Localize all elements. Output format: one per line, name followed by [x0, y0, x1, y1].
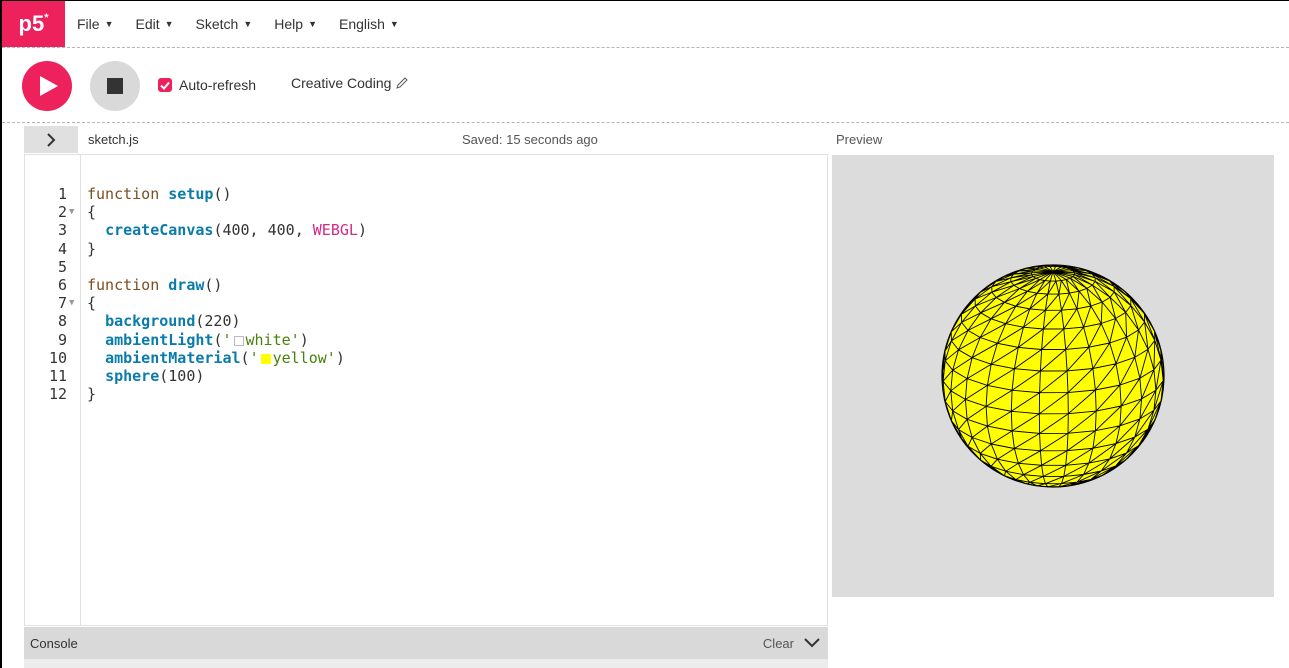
menu-file[interactable]: File ▼	[77, 16, 113, 32]
logo-asterisk: *	[44, 12, 49, 24]
sketch-name-label: Creative Coding	[291, 75, 392, 91]
auto-refresh-label: Auto-refresh	[179, 77, 257, 93]
menu-help[interactable]: Help ▼	[274, 16, 317, 32]
code-line: 6 function draw()	[57, 275, 223, 294]
top-nav: p5 * File ▼ Edit ▼ Sketch ▼ Help ▼ Englis…	[2, 1, 1289, 48]
sphere-render	[941, 264, 1165, 488]
code-line: 3 createCanvas(400, 400, WEBGL)	[57, 221, 367, 240]
menu-file-label: File	[77, 16, 100, 32]
code-line: 7 ▼{	[57, 294, 97, 313]
caret-down-icon: ▼	[104, 19, 114, 29]
console-title: Console	[30, 635, 78, 651]
main-menu: File ▼ Edit ▼ Sketch ▼ Help ▼ English ▼	[77, 16, 421, 32]
menu-sketch-label: Sketch	[195, 16, 239, 32]
code-line: 10 ambientMaterial(' yellow')	[48, 348, 345, 367]
checkmark-icon	[160, 81, 170, 90]
code-line: 1 function setup()	[57, 185, 232, 203]
preview-label: Preview	[836, 132, 883, 147]
code-line: 9 ambientLight(' white')	[57, 330, 309, 349]
code-line: 5	[57, 257, 67, 276]
chevron-down-icon[interactable]	[804, 638, 820, 648]
caret-down-icon: ▼	[164, 19, 174, 29]
code-line: 4 }	[57, 239, 97, 258]
menu-edit[interactable]: Edit ▼	[135, 16, 173, 32]
code-line: 2 ▼{	[57, 203, 97, 222]
caret-down-icon: ▼	[308, 19, 317, 29]
menu-language[interactable]: English ▼	[339, 16, 399, 32]
console-controls: Clear	[763, 636, 820, 651]
caret-down-icon: ▼	[243, 19, 253, 29]
code-line: 8 background(220)	[57, 312, 241, 331]
white-color-swatch[interactable]	[233, 335, 244, 346]
stop-button[interactable]	[90, 61, 140, 111]
caret-down-icon: ▼	[389, 19, 399, 29]
stop-icon	[107, 78, 123, 94]
sidebar-toggle-button[interactable]	[24, 126, 78, 153]
logo-text: p5	[18, 11, 45, 36]
code-editor[interactable]: 1 function setup() 2 ▼{ 3 createCanvas(40…	[24, 154, 828, 626]
console-output	[24, 659, 828, 668]
console-header: Console Clear	[24, 627, 828, 659]
sketch-name[interactable]: Creative Coding	[291, 75, 409, 91]
p5-logo[interactable]: p5 *	[2, 1, 65, 47]
auto-refresh: Auto-refresh	[158, 77, 256, 93]
play-button[interactable]	[22, 61, 72, 111]
toolbar: Auto-refresh Creative Coding	[2, 49, 1289, 123]
auto-refresh-checkbox[interactable]	[158, 78, 172, 92]
fold-icon[interactable]: ▼	[67, 203, 81, 221]
menu-edit-label: Edit	[135, 16, 160, 32]
editor-header: sketch.js Saved: 15 seconds ago	[24, 126, 828, 153]
preview-canvas[interactable]	[832, 155, 1274, 597]
console-clear-button[interactable]: Clear	[763, 636, 794, 651]
menu-sketch[interactable]: Sketch ▼	[196, 16, 253, 32]
fold-icon[interactable]: ▼	[67, 294, 81, 312]
chevron-right-icon	[47, 132, 56, 147]
code-content[interactable]: 1 function setup() 2 ▼{ 3 createCanvas(40…	[25, 185, 367, 403]
file-tab[interactable]: sketch.js	[88, 132, 139, 147]
menu-help-label: Help	[274, 16, 304, 32]
yellow-color-swatch[interactable]	[260, 353, 271, 364]
code-line: 12 }	[48, 385, 97, 404]
code-line: 11 sphere(100)	[48, 366, 205, 385]
saved-status: Saved: 15 seconds ago	[462, 132, 598, 147]
menu-language-label: English	[338, 16, 385, 32]
play-icon	[40, 76, 58, 96]
pencil-icon	[396, 77, 409, 89]
